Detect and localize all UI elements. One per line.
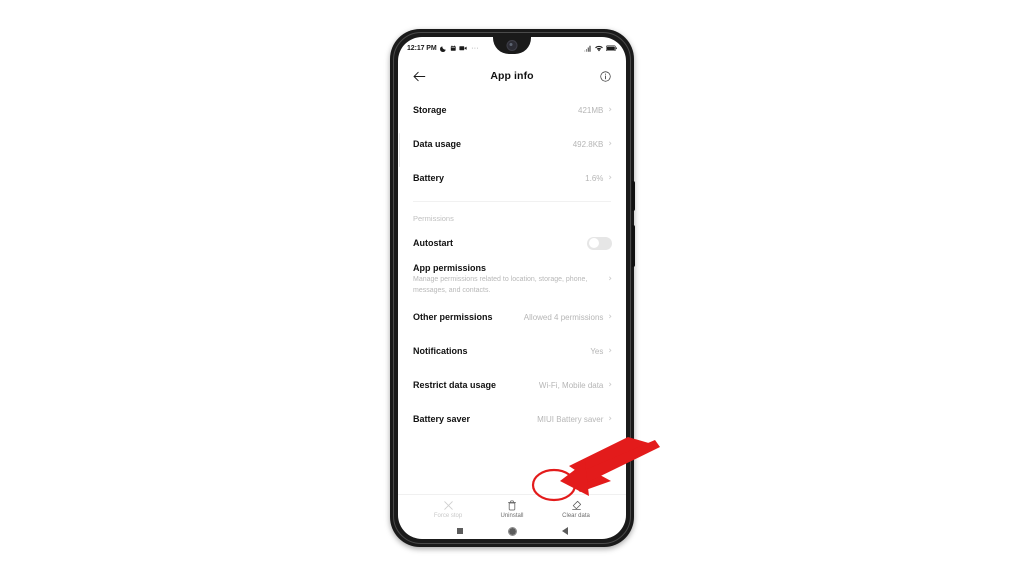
chevron-right-icon: › [608,345,612,356]
chevron-right-icon: › [608,379,612,390]
trash-icon [508,500,516,510]
row-autostart[interactable]: Autostart [398,227,626,259]
navigation-bar [398,523,626,539]
chevron-right-icon: › [608,311,612,322]
chevron-right-icon: › [608,138,612,149]
row-label: Storage [413,105,447,115]
row-label: Data usage [413,139,462,149]
home-button-icon[interactable] [507,526,517,536]
chevron-right-icon: › [608,413,612,424]
row-battery[interactable]: Battery 1.6% › [398,161,626,195]
action-label: Clear data [562,512,590,519]
recents-button-icon[interactable] [456,528,463,534]
power-button[interactable] [632,181,635,211]
status-overflow-icon: ··· [471,44,480,52]
row-label: Restrict data usage [413,380,497,390]
row-other-permissions[interactable]: Other permissions Allowed 4 permissions … [398,300,626,334]
row-storage[interactable]: Storage 421MB › [398,93,626,127]
row-value: Wi-Fi, Mobile data [538,380,604,390]
uninstall-button[interactable]: Uninstall [489,500,535,519]
row-value: 421MB [578,105,604,115]
battery-icon [606,45,617,51]
page-title: App info [490,70,534,82]
arrow-left-icon [413,71,425,81]
info-button[interactable] [596,67,614,85]
clear-data-button[interactable]: Clear data [553,500,599,519]
row-app-permissions[interactable]: App permissions Manage permissions relat… [398,259,626,300]
row-text-block: App permissions Manage permissions relat… [413,263,608,296]
video-camera-icon [459,46,467,50]
back-button-icon[interactable] [561,527,568,535]
status-bar-right [584,45,617,52]
row-value: MIUI Battery saver [537,414,604,424]
app-bar: App info [398,59,626,93]
row-label: Other permissions [413,312,493,322]
chevron-right-icon: › [608,274,612,284]
wifi-icon [595,45,603,51]
phone-screen: 12:17 PM ··· App info Storage 421MB › Da… [398,37,626,539]
permissions-section-header: Permissions [413,214,454,223]
autostart-toggle[interactable] [587,236,612,250]
row-value: Allowed 4 permissions [523,312,604,322]
row-notifications[interactable]: Notifications Yes › [398,334,626,368]
row-data-usage[interactable]: Data usage 492.8KB › [398,127,626,161]
settings-list: Storage 421MB › Data usage 492.8KB › Bat… [398,93,626,494]
row-value: 492.8KB [572,139,604,149]
row-battery-saver[interactable]: Battery saver MIUI Battery saver › [398,402,626,436]
row-label: Notifications [413,346,468,356]
volume-button[interactable] [632,225,635,267]
eraser-icon [571,500,581,510]
phone-frame: 12:17 PM ··· App info Storage 421MB › Da… [390,29,635,547]
force-stop-button[interactable]: Force stop [425,500,471,519]
toggle-knob [588,238,599,248]
row-label: Battery saver [413,414,471,424]
action-label: Uninstall [500,512,524,519]
section-divider [413,201,611,202]
row-subtitle: Manage permissions related to location, … [413,276,588,294]
close-x-icon [443,500,453,510]
status-bar-clock: 12:17 PM [407,44,437,52]
row-label: Battery [413,173,445,183]
row-value: Yes [590,346,604,356]
moon-icon [439,45,446,52]
calendar-icon [450,45,456,51]
info-circle-icon [599,70,611,82]
chevron-right-icon: › [608,172,612,183]
chevron-right-icon: › [608,104,612,115]
signal-icon [584,45,591,52]
back-button[interactable] [410,67,428,85]
row-value: 1.6% [585,173,604,183]
row-restrict-data-usage[interactable]: Restrict data usage Wi-Fi, Mobile data › [398,368,626,402]
action-bar: Force stop Uninstall Clear data [398,494,626,523]
status-bar-left: 12:17 PM ··· [407,45,479,52]
front-camera-icon [506,40,518,51]
row-label: Autostart [413,238,453,248]
action-label: Force stop [433,512,463,519]
row-label: App permissions [413,263,487,273]
